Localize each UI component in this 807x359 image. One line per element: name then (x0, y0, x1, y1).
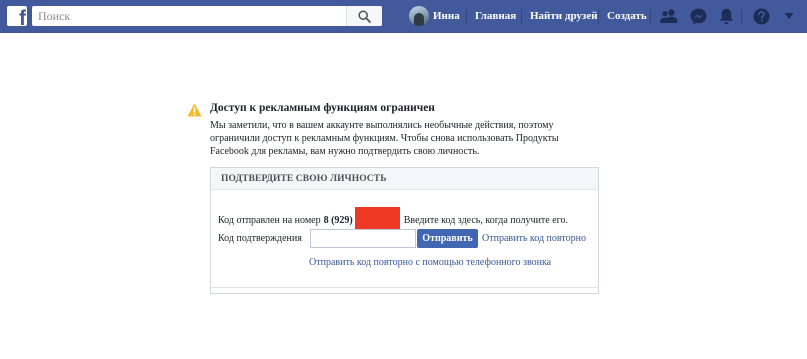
logo-letter: f (19, 7, 26, 26)
nav-divider (741, 9, 742, 24)
notifications-button[interactable] (716, 6, 736, 26)
top-navigation-bar: f Инна Главная Найти друзей Создать (0, 0, 807, 33)
nav-divider (650, 9, 651, 24)
notifications-icon (719, 8, 733, 24)
resend-via-call-link[interactable]: Отправить код повторно с помощью телефон… (309, 257, 551, 268)
phone-number-partial: 8 (929) (323, 214, 353, 226)
warning-icon (187, 103, 202, 117)
friend-requests-icon (660, 9, 678, 23)
panel-header: ПОДТВЕРДИТЕ СВОЮ ЛИЧНОСТЬ (211, 168, 598, 190)
nav-divider (598, 9, 599, 24)
profile-name: Инна (433, 10, 460, 22)
avatar (409, 6, 429, 26)
search-input[interactable] (32, 6, 346, 26)
notice-title: Доступ к рекламным функциям ограничен (210, 102, 435, 114)
account-menu-button[interactable] (779, 6, 799, 26)
facebook-logo[interactable]: f (7, 6, 27, 26)
submit-button[interactable]: Отправить (417, 229, 478, 248)
caret-down-icon (784, 13, 794, 19)
nav-create-link[interactable]: Создать (607, 6, 647, 26)
nav-find-friends-link[interactable]: Найти друзей (530, 6, 598, 26)
help-button[interactable] (751, 6, 771, 26)
code-sent-prefix: Код отправлен на номер (218, 214, 321, 226)
code-field-label: Код подтверждения (218, 233, 302, 244)
nav-divider (466, 9, 467, 24)
help-icon (753, 8, 769, 24)
search-button[interactable] (346, 6, 382, 26)
code-sent-suffix: Введите код здесь, когда получите его. (403, 214, 569, 226)
nav-home-link[interactable]: Главная (475, 6, 516, 26)
search-icon (358, 9, 371, 23)
messenger-button[interactable] (688, 6, 708, 26)
profile-link[interactable]: Инна (409, 6, 460, 26)
nav-divider (521, 9, 522, 24)
confirmation-code-input[interactable] (310, 229, 416, 248)
messenger-icon (690, 8, 706, 24)
friend-requests-button[interactable] (659, 6, 679, 26)
resend-code-link[interactable]: Отправить код повторно (482, 233, 586, 244)
divider (211, 287, 598, 288)
notice-body: Мы заметили, что в вашем аккаунте выполн… (210, 120, 559, 157)
verify-identity-panel: ПОДТВЕРДИТЕ СВОЮ ЛИЧНОСТЬ Код отправлен … (210, 167, 599, 294)
search-bar (32, 6, 382, 26)
